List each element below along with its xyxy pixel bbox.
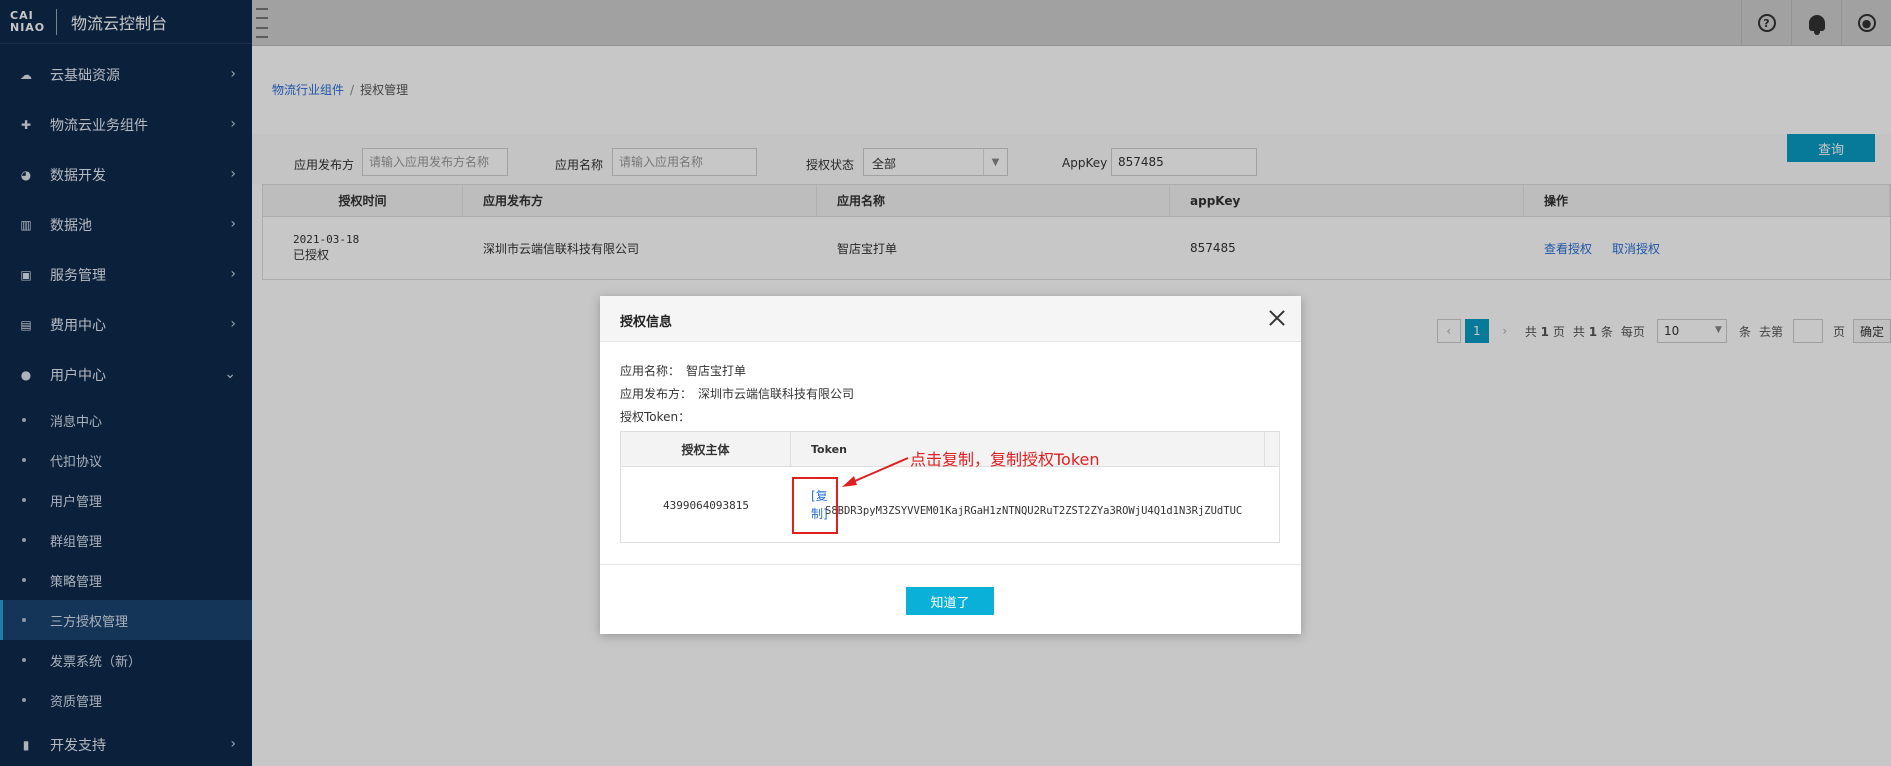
token-value: S8BDR3pyM3ZSYVVEM01KajRGaH1zNTNQU2RuT2ZS… (825, 505, 1243, 517)
close-icon[interactable] (1267, 308, 1287, 328)
modal-publisher: 应用发布方： 深圳市云端信联科技有限公司 (620, 387, 855, 401)
annotation-text: 点击复制，复制授权Token (910, 450, 1100, 469)
modal-footer: 知道了 (600, 564, 1301, 634)
annotation-arrow-icon (842, 457, 909, 487)
got-it-button[interactable]: 知道了 (906, 587, 994, 615)
col-auth-subject: 授权主体 (621, 432, 791, 466)
modal-token-label: 授权Token： (620, 410, 691, 424)
table-row: 4399064093815 [复制] S8BDR3pyM3ZSYVVEM01Ka… (621, 467, 1279, 543)
cell-auth-subject: 4399064093815 (662, 498, 750, 512)
modal-header: 授权信息 (600, 296, 1301, 342)
modal-title: 授权信息 (620, 315, 673, 330)
modal-app-name: 应用名称： 智店宝打单 (620, 364, 747, 378)
annotation-highlight-box (792, 477, 838, 534)
